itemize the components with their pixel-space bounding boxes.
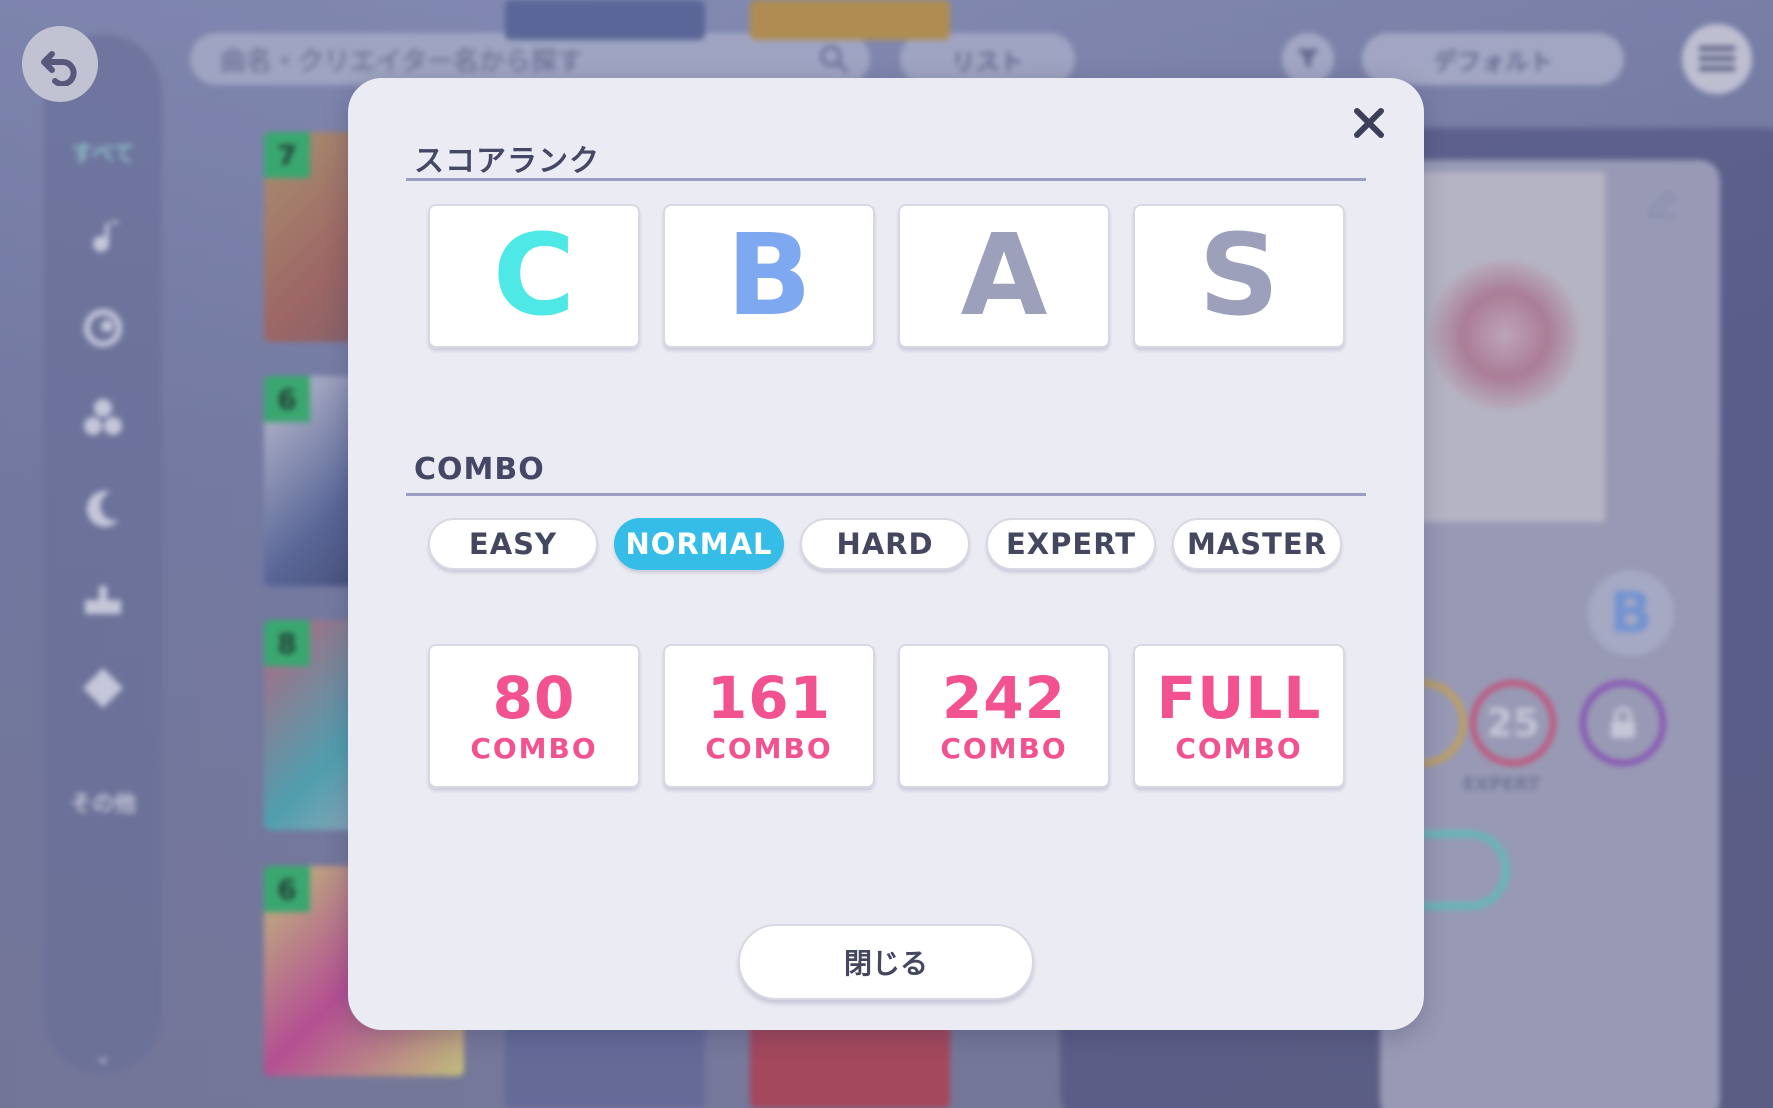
combo-tile[interactable]: 161 COMBO [663, 644, 875, 788]
difficulty-label: HARD [836, 527, 934, 561]
difficulty-tab-expert[interactable]: EXPERT [986, 518, 1156, 570]
difficulty-label: MASTER [1186, 527, 1328, 561]
difficulty-label: EXPERT [1005, 527, 1137, 561]
combo-value: 242 [941, 663, 1067, 732]
section-divider [406, 178, 1366, 181]
combo-label: COMBO [1175, 731, 1303, 765]
combo-tile[interactable]: FULL COMBO [1133, 644, 1345, 788]
combo-value: FULL [1156, 663, 1322, 732]
combo-label: COMBO [705, 731, 833, 765]
rank-label: S [1198, 211, 1280, 341]
rank-tile-b[interactable]: B [663, 204, 875, 348]
difficulty-label: EASY [468, 527, 558, 561]
combo-label: COMBO [470, 731, 598, 765]
score-rank-title: スコアランク [414, 144, 600, 179]
combo-label: COMBO [940, 731, 1068, 765]
achievement-info-dialog: スコアランク C B A S COMBO EASY NORMAL HARD EX… [348, 78, 1424, 1030]
combo-tile[interactable]: 242 COMBO [898, 644, 1110, 788]
difficulty-tab-easy[interactable]: EASY [428, 518, 598, 570]
close-icon[interactable] [1340, 94, 1398, 152]
close-button[interactable]: 閉じる [738, 924, 1034, 1000]
difficulty-tab-normal[interactable]: NORMAL [614, 518, 784, 570]
difficulty-tab-master[interactable]: MASTER [1172, 518, 1342, 570]
rank-label: B [726, 211, 812, 341]
rank-tile-a[interactable]: A [898, 204, 1110, 348]
combo-title: COMBO [414, 452, 545, 487]
section-divider [406, 493, 1366, 496]
difficulty-tab-hard[interactable]: HARD [800, 518, 970, 570]
combo-value: 161 [706, 663, 832, 732]
rank-label: C [492, 211, 576, 341]
rank-label: A [960, 211, 1048, 341]
close-button-label: 閉じる [843, 947, 928, 980]
rank-tile-s[interactable]: S [1133, 204, 1345, 348]
combo-tile[interactable]: 80 COMBO [428, 644, 640, 788]
difficulty-label: NORMAL [625, 527, 773, 561]
rank-tile-c[interactable]: C [428, 204, 640, 348]
combo-value: 80 [492, 663, 576, 732]
